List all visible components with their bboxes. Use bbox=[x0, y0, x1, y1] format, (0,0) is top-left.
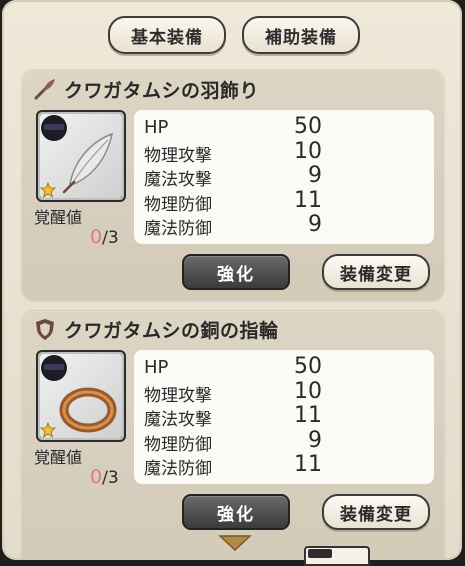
equipment-name: クワガタムシの銅の指輪 bbox=[64, 319, 279, 342]
awaken-value: 0/3 bbox=[90, 466, 119, 488]
stat-value: 11 bbox=[294, 452, 322, 477]
stat-value: 50 bbox=[294, 354, 322, 379]
stat-value: 10 bbox=[294, 379, 322, 404]
equipment-thumbnail[interactable] bbox=[36, 350, 126, 442]
stat-name: 物理攻撃 bbox=[144, 386, 212, 406]
stat-value: 11 bbox=[294, 188, 322, 213]
stat-value: 9 bbox=[308, 212, 322, 237]
stat-name: 魔法攻撃 bbox=[144, 410, 212, 430]
stats-panel: HP 50 物理攻撃 10 魔法攻撃 11 物理防御 9 魔法防御 11 bbox=[134, 350, 434, 484]
tab-support-equipment[interactable]: 補助装備 bbox=[242, 16, 360, 54]
stat-name: HP bbox=[144, 117, 169, 138]
stat-value: 10 bbox=[294, 139, 322, 164]
stat-value: 9 bbox=[308, 163, 322, 188]
change-equipment-button[interactable]: 装備変更 bbox=[322, 254, 430, 290]
equipment-title-row: クワガタムシの羽飾り bbox=[32, 74, 259, 104]
stat-row-magic-attack: 魔法攻撃 11 bbox=[144, 403, 322, 430]
enhance-button[interactable]: 強化 bbox=[182, 494, 290, 530]
stat-row-physical-defense: 物理防御 9 bbox=[144, 428, 322, 455]
stat-row-magic-defense: 魔法防御 9 bbox=[144, 212, 322, 239]
stat-row-physical-defense: 物理防御 11 bbox=[144, 188, 322, 215]
awaken-max: /3 bbox=[102, 228, 119, 248]
toggle-knob bbox=[308, 549, 332, 558]
stat-value: 11 bbox=[294, 403, 322, 428]
star-icon bbox=[40, 182, 56, 198]
stat-row-physical-attack: 物理攻撃 10 bbox=[144, 379, 322, 406]
stat-row-magic-attack: 魔法攻撃 9 bbox=[144, 163, 322, 190]
stat-row-magic-defense: 魔法防御 11 bbox=[144, 452, 322, 479]
equipment-panel: 基本装備 補助装備 クワガタムシの羽飾り 覚醒値 0/3 HP 50 物理攻撃 … bbox=[2, 0, 462, 560]
stat-name: 魔法防御 bbox=[144, 219, 212, 239]
awaken-label: 覚醒値 bbox=[34, 208, 83, 227]
stat-name: 物理防御 bbox=[144, 435, 212, 455]
awaken-label: 覚醒値 bbox=[34, 448, 83, 467]
stats-panel: HP 50 物理攻撃 10 魔法攻撃 9 物理防御 11 魔法防御 9 bbox=[134, 110, 434, 244]
awaken-current: 0 bbox=[90, 226, 103, 248]
awaken-value: 0/3 bbox=[90, 226, 119, 248]
awaken-current: 0 bbox=[90, 466, 103, 488]
tab-basic-equipment[interactable]: 基本装備 bbox=[108, 16, 226, 54]
equipment-card-1: クワガタムシの羽飾り 覚醒値 0/3 HP 50 物理攻撃 10 魔法攻撃 9 物理防… bbox=[22, 68, 444, 300]
equipment-title-row: クワガタムシの銅の指輪 bbox=[32, 314, 279, 344]
stat-name: 魔法攻撃 bbox=[144, 170, 212, 190]
change-equipment-button[interactable]: 装備変更 bbox=[322, 494, 430, 530]
awaken-max: /3 bbox=[102, 468, 119, 488]
stat-name: 物理攻撃 bbox=[144, 146, 212, 166]
bottom-toggle-tab[interactable] bbox=[304, 546, 370, 566]
stat-name: HP bbox=[144, 357, 169, 378]
enhance-button[interactable]: 強化 bbox=[182, 254, 290, 290]
stat-name: 物理防御 bbox=[144, 195, 212, 215]
equipment-name: クワガタムシの羽飾り bbox=[64, 79, 260, 102]
scroll-down-arrow-icon[interactable] bbox=[218, 534, 252, 552]
star-icon bbox=[40, 422, 56, 438]
stat-row-hp: HP 50 bbox=[144, 114, 322, 140]
feather-category-icon bbox=[34, 79, 55, 100]
equipment-card-2: クワガタムシの銅の指輪 覚醒値 0/3 HP 50 物理攻撃 10 魔法攻撃 11 物… bbox=[22, 308, 444, 560]
stat-value: 9 bbox=[308, 428, 322, 453]
shield-category-icon bbox=[36, 319, 54, 340]
stat-value: 50 bbox=[294, 114, 322, 139]
equipment-thumbnail[interactable] bbox=[36, 110, 126, 202]
stat-row-physical-attack: 物理攻撃 10 bbox=[144, 139, 322, 166]
stat-row-hp: HP 50 bbox=[144, 354, 322, 380]
equipment-tab-bar: 基本装備 補助装備 bbox=[2, 10, 462, 54]
stat-name: 魔法防御 bbox=[144, 459, 212, 479]
